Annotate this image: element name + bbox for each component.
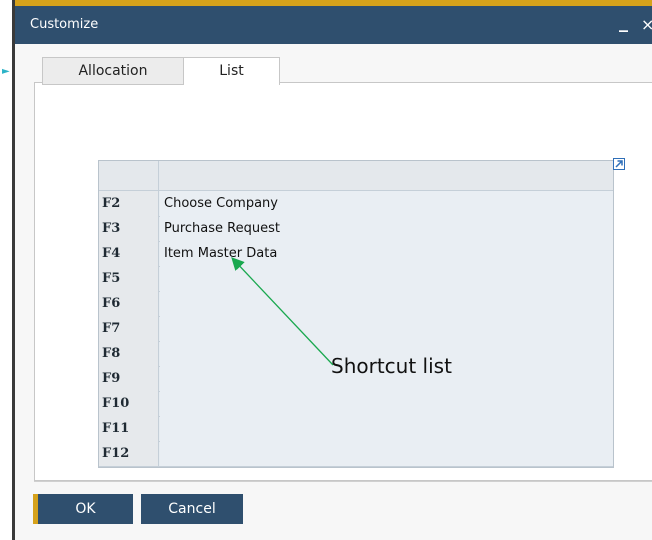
annotation-text: Shortcut list [331,354,452,378]
shortcut-key: F3 [99,216,159,241]
shortcut-key: F6 [99,291,159,316]
ok-button[interactable]: OK [33,494,133,524]
close-icon[interactable]: × [641,15,652,34]
table-row[interactable]: F5 [99,266,613,292]
tab-list[interactable]: List [183,57,280,85]
grid-header-value [160,161,613,190]
minimize-icon[interactable]: _ [619,12,628,33]
grid-header-row [99,161,613,191]
table-row[interactable]: F3 Purchase Request [99,216,613,242]
footer-divider [34,481,652,482]
shortcut-value[interactable]: Choose Company [160,191,613,216]
shortcut-value[interactable] [160,266,613,291]
shortcut-value[interactable] [160,291,613,316]
window-title: Customize [30,17,99,32]
tab-panel: F2 Choose Company F3 Purchase Request F4… [34,82,652,481]
shortcut-key: F8 [99,341,159,366]
shortcut-key: F10 [99,391,159,416]
title-bar[interactable]: Customize _ × [15,6,652,44]
shortcut-value[interactable] [160,416,613,441]
side-arrow-icon: ► [2,66,10,77]
shortcut-key: F12 [99,441,159,466]
table-row[interactable]: F10 [99,391,613,417]
tab-allocation[interactable]: Allocation [42,57,184,85]
tab-allocation-label: Allocation [78,63,148,79]
shortcut-key: F11 [99,416,159,441]
shortcut-key: F4 [99,241,159,266]
shortcut-key: F5 [99,266,159,291]
shortcut-grid: F2 Choose Company F3 Purchase Request F4… [98,160,614,468]
shortcut-key: F9 [99,366,159,391]
shortcut-value[interactable] [160,391,613,416]
table-row[interactable]: F11 [99,416,613,442]
dialog-body: F2 Choose Company F3 Purchase Request F4… [15,44,652,540]
expand-icon[interactable] [613,158,625,170]
grid-header-key [99,161,159,190]
shortcut-value[interactable]: Purchase Request [160,216,613,241]
table-row[interactable]: F7 [99,316,613,342]
shortcut-value[interactable]: Item Master Data [160,241,613,266]
shortcut-value[interactable] [160,316,613,341]
table-row[interactable]: F6 [99,291,613,317]
table-row[interactable]: F12 [99,441,613,467]
shortcut-key: F7 [99,316,159,341]
table-row[interactable]: F2 Choose Company [99,191,613,217]
cancel-button[interactable]: Cancel [141,494,243,524]
table-row[interactable]: F4 Item Master Data [99,241,613,267]
tab-list-label: List [219,63,244,79]
shortcut-key: F2 [99,191,159,216]
shortcut-value[interactable] [160,441,613,466]
